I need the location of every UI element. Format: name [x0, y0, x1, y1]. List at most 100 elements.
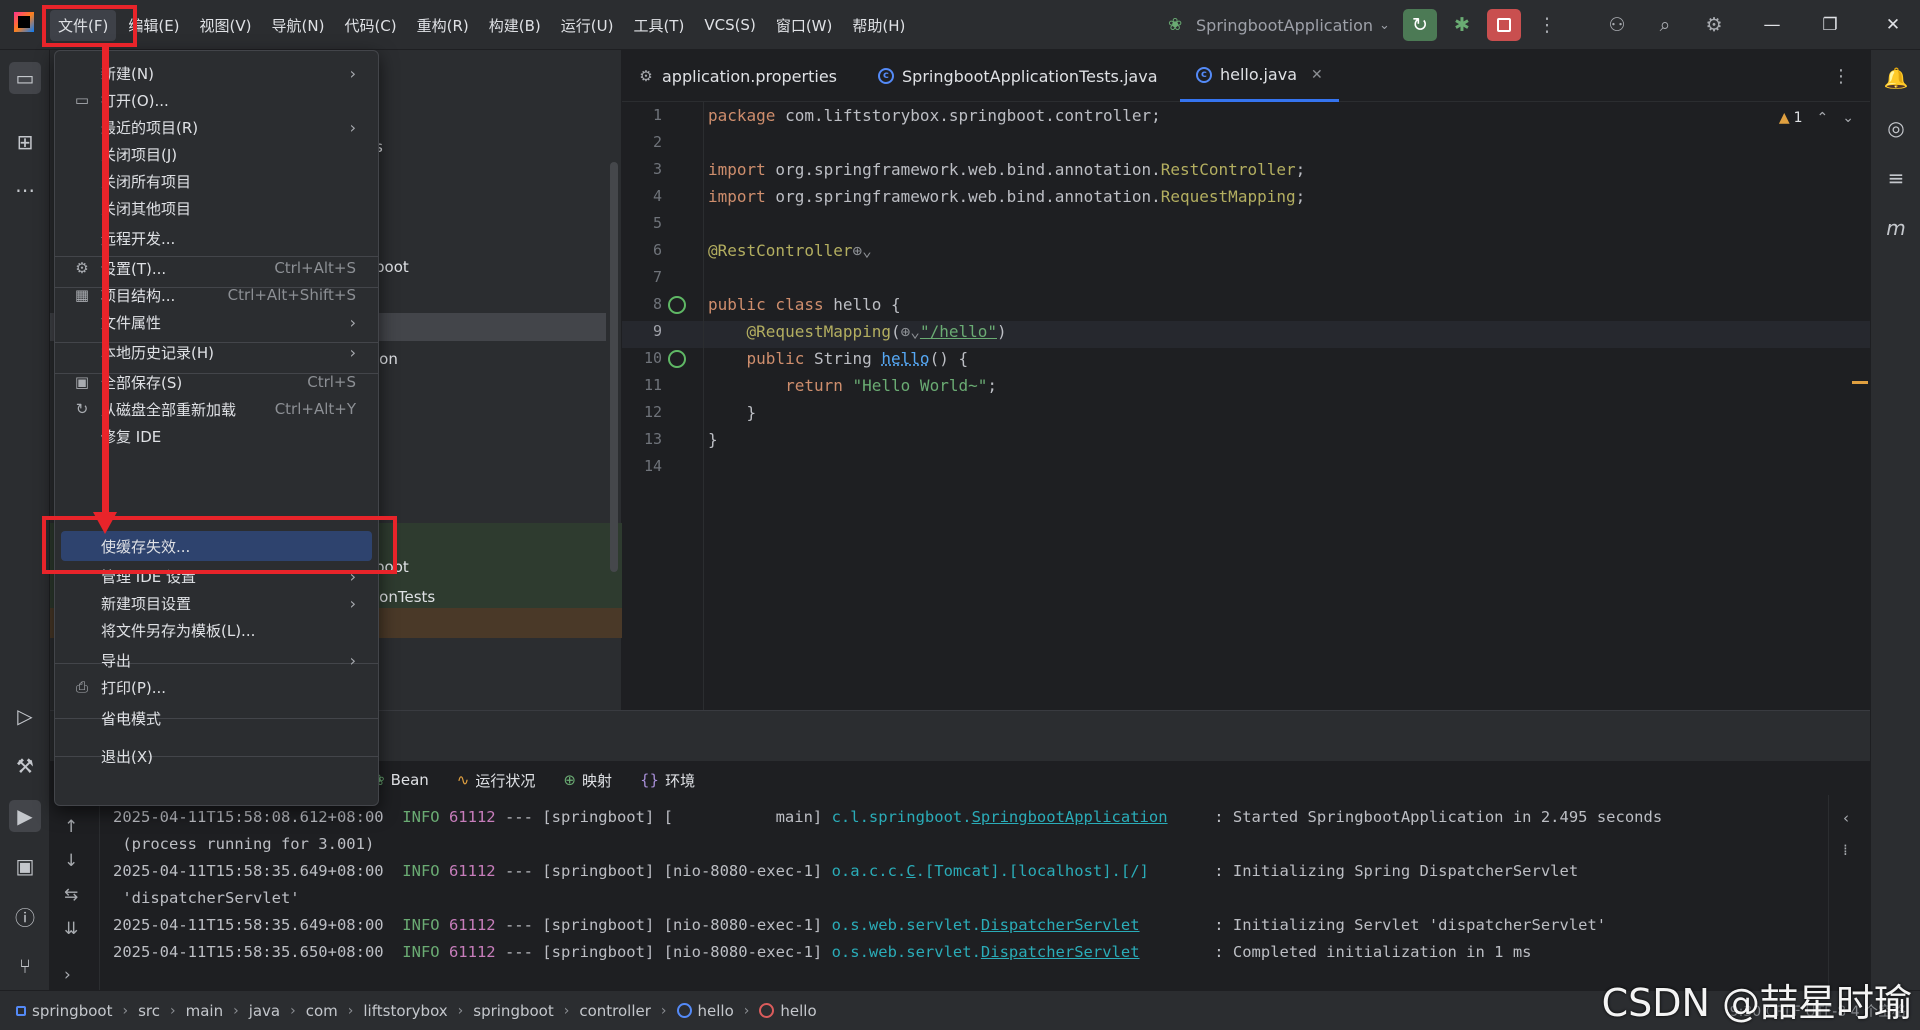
- chevron-left-icon[interactable]: ‹: [1843, 809, 1849, 827]
- tab-application-properties[interactable]: ⚙ application.properties: [622, 50, 853, 102]
- search-everywhere-button[interactable]: ⌕: [1648, 9, 1682, 41]
- tab-beans[interactable]: ❀Bean: [372, 771, 429, 789]
- more-tools-icon[interactable]: ⋯: [9, 174, 41, 206]
- debug-button[interactable]: ✱: [1445, 9, 1479, 41]
- inspection-widget[interactable]: ▲ 1 ⌃ ⌄: [1779, 110, 1854, 126]
- breadcrumb-item[interactable]: com: [306, 1002, 338, 1020]
- logger-link[interactable]: DispatcherServlet: [981, 943, 1140, 961]
- rerun-icon: ↻: [1412, 14, 1428, 36]
- menu-window[interactable]: 窗口(W): [768, 10, 841, 41]
- breadcrumb-item[interactable]: src: [138, 1002, 160, 1020]
- code-token: import: [708, 187, 766, 206]
- run-tabs: ❀Bean ∿ 运行状况 ⊕ 映射 {} 环境: [372, 765, 723, 795]
- menu-help[interactable]: 帮助(H): [844, 10, 913, 41]
- tab-options-icon[interactable]: ⋮: [1832, 66, 1850, 87]
- menu-item-save-as-template[interactable]: 将文件另存为模板(L)...: [61, 615, 372, 645]
- menu-item-label: 修复 IDE: [101, 427, 162, 446]
- menu-vcs[interactable]: VCS(S): [696, 11, 763, 39]
- git-tool-icon[interactable]: ⑂: [9, 950, 41, 982]
- menu-item-exit[interactable]: 退出(X): [61, 741, 372, 771]
- scroll-to-end-icon[interactable]: ⇊: [64, 919, 78, 939]
- soft-wrap-icon[interactable]: ⇆: [64, 885, 78, 905]
- breadcrumb-item[interactable]: springboot: [473, 1002, 553, 1020]
- menu-item-export[interactable]: 导出 ›: [61, 645, 372, 675]
- tab-hello-java[interactable]: c hello.java ✕: [1180, 50, 1339, 102]
- warning-marker[interactable]: [1852, 381, 1868, 384]
- project-scrollbar[interactable]: [610, 162, 618, 572]
- settings-button[interactable]: ⚙: [1697, 9, 1731, 41]
- services-tool-icon[interactable]: ▷: [9, 700, 41, 732]
- chevron-right-icon: ›: [233, 1002, 239, 1019]
- format-icon[interactable]: ⁞: [1843, 841, 1848, 859]
- code-line: package com.liftstorybox.springboot.cont…: [708, 102, 1161, 129]
- menu-item-print[interactable]: ⎙ 打印(P)...: [61, 672, 372, 702]
- terminal-tool-icon[interactable]: ▣: [9, 850, 41, 882]
- window-maximize-button[interactable]: ❐: [1810, 12, 1850, 38]
- maven-icon[interactable]: m: [1880, 212, 1912, 244]
- close-tab-icon[interactable]: ✕: [1311, 67, 1323, 83]
- tab-health[interactable]: ∿ 运行状况: [457, 770, 536, 791]
- breadcrumb-item[interactable]: java: [249, 1002, 280, 1020]
- inlay-hint-icon[interactable]: ⊕⌄: [901, 322, 920, 341]
- database-icon[interactable]: ≡: [1880, 162, 1912, 194]
- menu-run[interactable]: 运行(U): [553, 10, 622, 41]
- chevron-right-icon: ›: [743, 1002, 750, 1019]
- logger-link[interactable]: SpringbootApplication: [972, 808, 1168, 826]
- code-with-me-button[interactable]: ⚇: [1600, 9, 1634, 41]
- menu-code[interactable]: 代码(C): [336, 10, 404, 41]
- menu-tools[interactable]: 工具(T): [625, 10, 692, 41]
- ai-assistant-icon[interactable]: ◎: [1880, 112, 1912, 144]
- menu-refactor[interactable]: 重构(R): [409, 10, 477, 41]
- log-logger[interactable]: c.l.springboot.SpringbootApplication: [832, 808, 1168, 826]
- window-minimize-button[interactable]: —: [1752, 12, 1792, 38]
- chevron-right-icon: ›: [347, 1002, 354, 1019]
- tab-springbootapplicationtests[interactable]: c SpringbootApplicationTests.java: [862, 50, 1174, 102]
- breadcrumb-class[interactable]: hello: [676, 1002, 734, 1020]
- problems-tool-icon[interactable]: ⓘ: [9, 900, 41, 932]
- chevron-down-icon[interactable]: ⌄: [1842, 110, 1854, 126]
- run-config-selector[interactable]: ❀ SpringbootApplication ⌄: [1168, 12, 1390, 38]
- menu-item-new-project-setup[interactable]: 新建项目设置 ›: [61, 588, 372, 618]
- run-tool-icon[interactable]: ▶: [9, 800, 41, 832]
- structure-tool-icon[interactable]: ⊞: [9, 126, 41, 158]
- chevron-up-icon[interactable]: ⌃: [1817, 110, 1829, 126]
- log-logger[interactable]: o.s.web.servlet.DispatcherServlet: [832, 916, 1140, 934]
- menu-navigate[interactable]: 导航(N): [264, 10, 333, 41]
- build-tool-icon[interactable]: ⚒: [9, 750, 41, 782]
- tab-environment[interactable]: {} 环境: [640, 770, 695, 791]
- breadcrumb-module[interactable]: springboot: [16, 1002, 112, 1020]
- tree-node-fragment[interactable]: boot: [375, 258, 409, 276]
- arrow-up-icon[interactable]: ↑: [64, 817, 78, 837]
- spring-bean-gutter-icon[interactable]: [668, 296, 686, 314]
- arrow-down-icon[interactable]: ↓: [64, 851, 78, 871]
- code-token: (: [891, 322, 901, 341]
- stop-button[interactable]: [1487, 9, 1521, 41]
- breadcrumb-item[interactable]: main: [186, 1002, 223, 1020]
- more-actions-button[interactable]: ⋮: [1530, 9, 1564, 41]
- inlay-hint-icon[interactable]: ⊕⌄: [853, 241, 872, 260]
- log-logger[interactable]: o.s.web.servlet.DispatcherServlet: [832, 943, 1140, 961]
- code-text[interactable]: package com.liftstorybox.springboot.cont…: [708, 102, 1848, 710]
- chevron-right-icon: ›: [660, 1002, 667, 1019]
- tree-node-fragment[interactable]: ionTests: [375, 588, 435, 606]
- menu-view[interactable]: 视图(V): [192, 10, 260, 41]
- breadcrumb-method[interactable]: hello: [759, 1002, 817, 1020]
- project-tool-icon[interactable]: ▭: [9, 62, 41, 94]
- chevron-right-icon[interactable]: ›: [64, 965, 71, 985]
- menu-item-power-save-mode[interactable]: 省电模式: [61, 703, 372, 733]
- menu-build[interactable]: 构建(B): [481, 10, 549, 41]
- menu-item-shortcut: Ctrl+Alt+S: [274, 259, 356, 277]
- window-close-button[interactable]: ✕: [1873, 12, 1913, 38]
- logger-link[interactable]: C: [906, 862, 915, 880]
- log-thread: --- [springboot] [ main]: [495, 808, 832, 826]
- tab-mappings[interactable]: ⊕ 映射: [563, 770, 612, 791]
- rerun-button[interactable]: ↻: [1403, 9, 1437, 41]
- chevron-right-icon: ›: [290, 1002, 296, 1019]
- logger-link[interactable]: DispatcherServlet: [981, 916, 1140, 934]
- breadcrumb-item[interactable]: controller: [579, 1002, 651, 1020]
- menu-item-label: 文件属性: [101, 313, 162, 332]
- spring-endpoint-gutter-icon[interactable]: [668, 350, 686, 368]
- breadcrumb-item[interactable]: liftstorybox: [363, 1002, 447, 1020]
- log-logger[interactable]: o.a.c.c.C.[Tomcat].[localhost].[/]: [832, 862, 1149, 880]
- notifications-icon[interactable]: 🔔: [1880, 62, 1912, 94]
